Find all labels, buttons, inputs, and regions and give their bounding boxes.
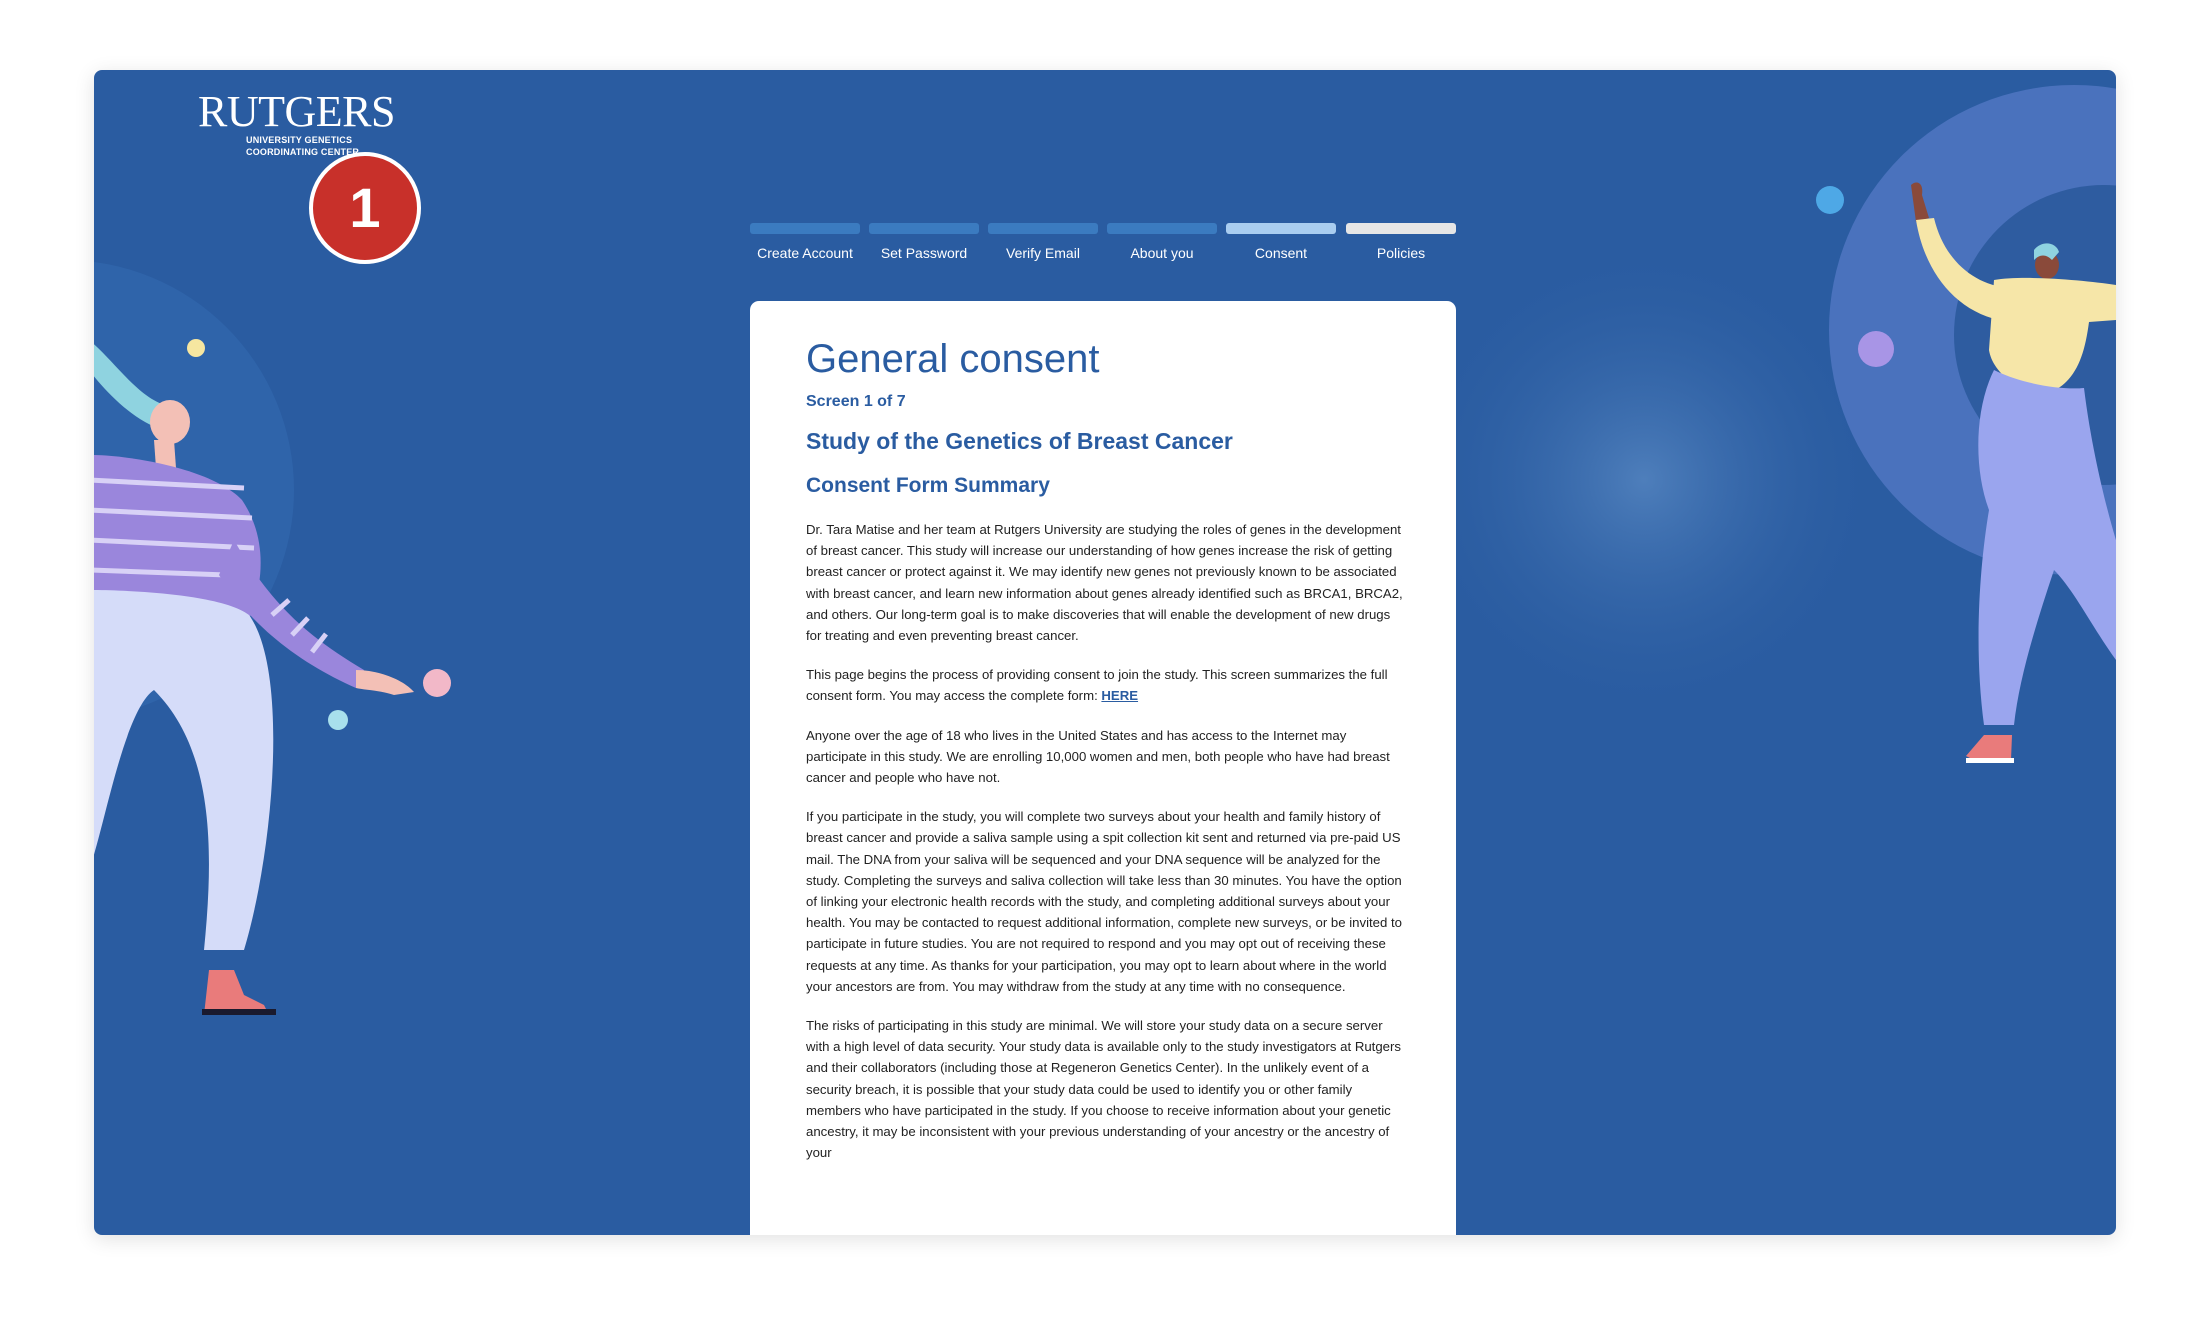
step-policies: Policies bbox=[1346, 223, 1456, 260]
step-bar bbox=[1107, 223, 1217, 234]
logo-wordmark: RUTGERS bbox=[198, 87, 395, 136]
step-bar bbox=[750, 223, 860, 234]
consent-paragraph-intro: Dr. Tara Matise and her team at Rutgers … bbox=[806, 522, 1403, 644]
step-set-password: Set Password bbox=[869, 223, 979, 260]
step-label: Verify Email bbox=[1006, 245, 1080, 261]
rutgers-logo: RUTGERS UNIVERSITY GENETICS COORDINATING… bbox=[198, 90, 395, 158]
consent-content: General consent Screen 1 of 7 Study of t… bbox=[806, 337, 1406, 1163]
step-label: Set Password bbox=[880, 245, 968, 261]
section-title: Consent Form Summary bbox=[806, 474, 1050, 497]
process-text: This page begins the process of providin… bbox=[806, 667, 1388, 704]
step-bar-upcoming bbox=[1346, 223, 1456, 234]
full-consent-form-link[interactable]: HERE bbox=[1101, 688, 1138, 703]
step-label: About you bbox=[1130, 245, 1194, 261]
step-bar bbox=[869, 223, 979, 234]
progress-stepper: Create Account Set Password Verify Email… bbox=[750, 223, 1456, 293]
step-bar-current bbox=[1226, 223, 1336, 234]
step-bar bbox=[988, 223, 1098, 234]
page-title: General consent bbox=[806, 337, 1100, 381]
consent-paragraph-process: This page begins the process of providin… bbox=[806, 664, 1406, 706]
consent-paragraph-participation: If you participate in the study, you wil… bbox=[806, 809, 1402, 994]
step-number-badge: 1 bbox=[309, 152, 421, 264]
consent-card: General consent Screen 1 of 7 Study of t… bbox=[750, 301, 1456, 1235]
step-about-you: About you bbox=[1107, 223, 1217, 260]
logo-subtitle-line1: UNIVERSITY GENETICS bbox=[246, 135, 353, 145]
screen-indicator: Screen 1 of 7 bbox=[806, 393, 906, 410]
consent-paragraph-eligibility: Anyone over the age of 18 who lives in t… bbox=[806, 727, 1390, 786]
consent-paragraph-risks: The risks of participating in this study… bbox=[806, 1018, 1401, 1161]
step-consent: Consent bbox=[1226, 223, 1336, 260]
step-label: Consent bbox=[1254, 245, 1308, 261]
step-verify-email: Verify Email bbox=[988, 223, 1098, 260]
step-label: Create Account bbox=[757, 245, 853, 261]
step-create-account: Create Account bbox=[750, 223, 860, 260]
app-window: RUTGERS UNIVERSITY GENETICS COORDINATING… bbox=[94, 70, 2116, 1235]
step-label: Policies bbox=[1376, 245, 1426, 261]
study-title: Study of the Genetics of Breast Cancer bbox=[806, 428, 1233, 454]
